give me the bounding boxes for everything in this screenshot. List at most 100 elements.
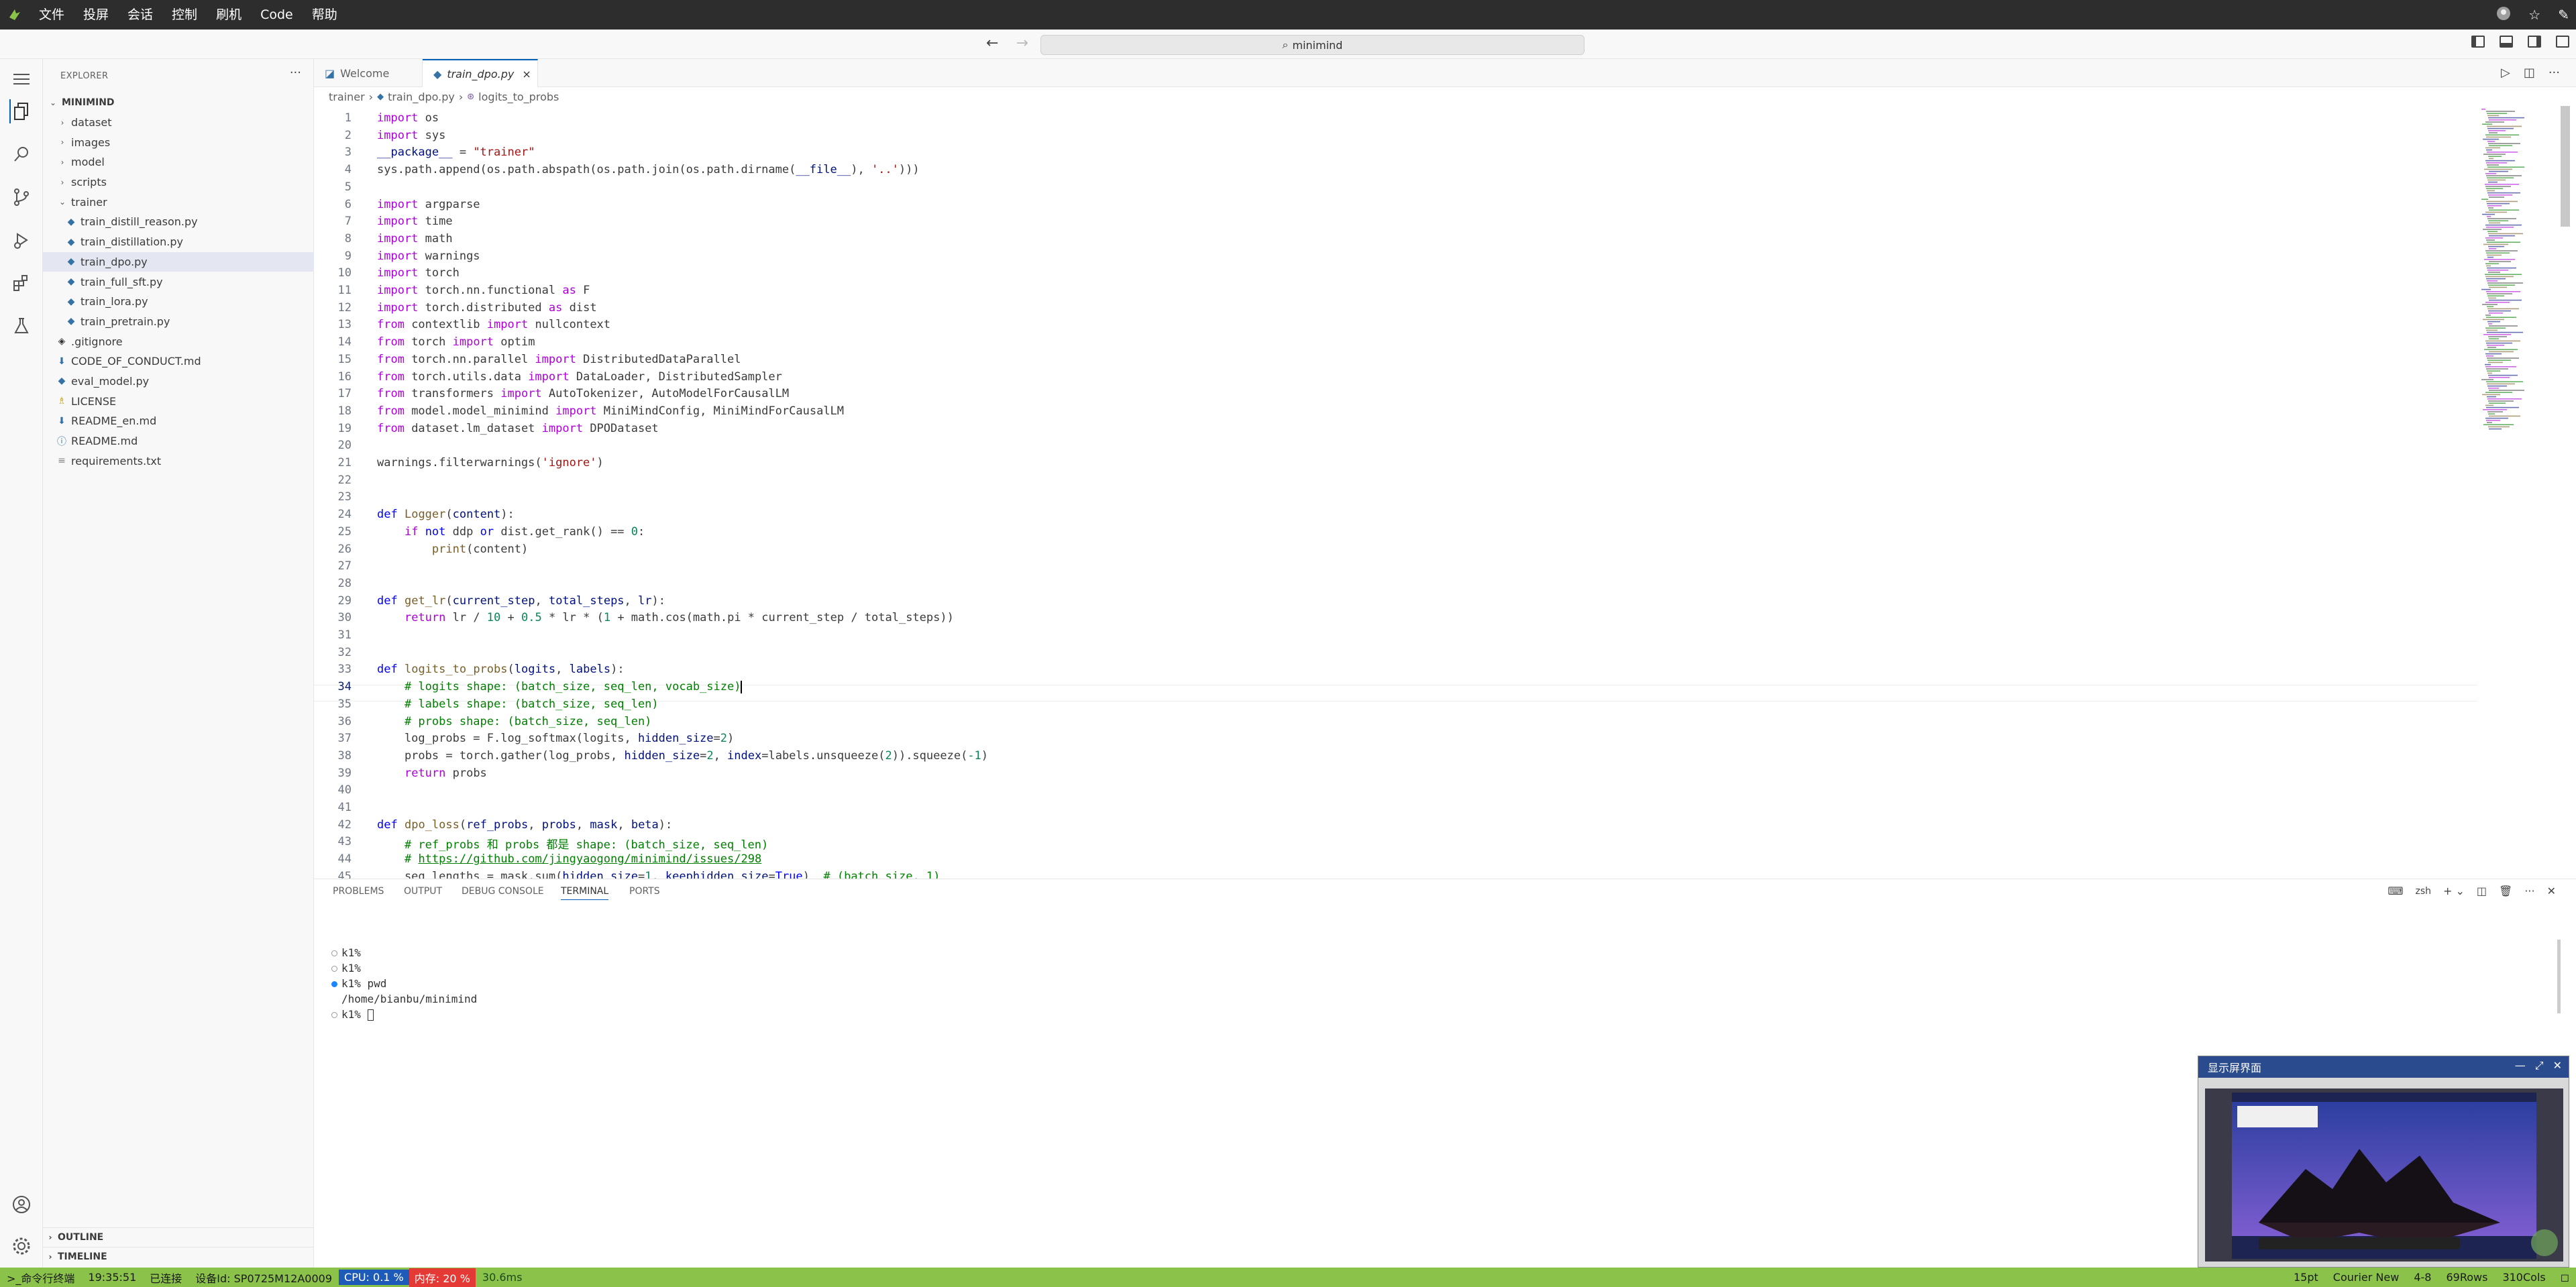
code-line[interactable]: print(content) — [377, 543, 528, 556]
code-line[interactable]: import torch — [377, 266, 460, 280]
tree-file-selected[interactable]: ◆ train_dpo.py — [43, 251, 314, 272]
tree-folder-model[interactable]: › model — [43, 152, 314, 172]
code-line[interactable]: # probs shape: (batch_size, seq_len) — [377, 715, 651, 728]
tree-folder-trainer[interactable]: ⌄ trainer — [43, 192, 314, 212]
popup-titlebar[interactable]: 显示屏界面 — ⤢ ✕ — [2198, 1056, 2569, 1078]
code-line[interactable]: from transformers import AutoTokenizer, … — [377, 387, 789, 400]
code-line[interactable]: seq_lengths = mask.sum(hidden_size=1, ke… — [377, 870, 940, 879]
shell-name[interactable]: zsh — [2415, 886, 2431, 897]
menu-icon[interactable] — [9, 67, 34, 91]
code-line[interactable]: from torch.utils.data import DataLoader,… — [377, 370, 782, 384]
menu-help[interactable]: 帮助 — [303, 0, 347, 30]
account-icon[interactable] — [9, 1192, 34, 1217]
code-line[interactable]: def logits_to_probs(logits, labels): — [377, 663, 625, 676]
tree-file[interactable]: ◆ train_distill_reason.py — [43, 212, 314, 232]
code-editor[interactable]: 1 import os 2 import sys 3 __package__ = "tra… — [314, 106, 2474, 879]
code-line[interactable]: import os — [377, 111, 439, 125]
command-center-search[interactable]: ⌕ minimind — [1040, 35, 1585, 55]
code-line[interactable]: def Logger(content): — [377, 508, 515, 521]
code-line[interactable]: from model.model_minimind import MiniMin… — [377, 404, 844, 418]
code-line[interactable]: # ref_probs 和 probs 都是 shape: (batch_siz… — [377, 835, 768, 852]
toggle-panel-icon[interactable] — [2500, 36, 2513, 48]
menu-file[interactable]: 文件 — [30, 0, 74, 30]
tree-folder-scripts[interactable]: › scripts — [43, 172, 314, 192]
code-line[interactable]: from dataset.lm_dataset import DPODatase… — [377, 422, 659, 435]
tree-file[interactable]: ◆ train_full_sft.py — [43, 272, 314, 292]
tree-file[interactable]: ◆ train_pretrain.py — [43, 312, 314, 332]
extensions-icon[interactable] — [9, 271, 34, 295]
status-terminal[interactable]: >_命令行终端 — [0, 1270, 81, 1286]
panel-tab-output[interactable]: OUTPUT — [404, 886, 442, 897]
panel-tab-debug-console[interactable]: DEBUG CONSOLE — [462, 886, 544, 897]
code-line[interactable]: import torch.distributed as dist — [377, 301, 597, 315]
command-decoration-icon[interactable] — [331, 966, 337, 972]
command-decoration-icon[interactable] — [331, 981, 337, 987]
device-screen-preview[interactable] — [2205, 1088, 2563, 1262]
close-icon[interactable]: ✕ — [2553, 1059, 2562, 1072]
source-control-icon[interactable] — [9, 185, 34, 209]
command-decoration-icon[interactable] — [331, 1012, 337, 1018]
tree-root[interactable]: ⌄ MINIMIND — [43, 93, 314, 113]
status-font-size[interactable]: 15pt — [2294, 1271, 2318, 1284]
tab-train-dpo[interactable]: ◆ train_dpo.py × — [423, 59, 538, 87]
menu-code[interactable]: Code — [251, 0, 303, 30]
breadcrumb-symbol[interactable]: logits_to_probs — [478, 91, 559, 103]
code-line[interactable]: log_probs = F.log_softmax(logits, hidden… — [377, 732, 734, 745]
terminal-scrollbar[interactable] — [2557, 940, 2561, 1013]
run-debug-icon[interactable] — [9, 228, 34, 252]
toggle-secondary-sidebar-icon[interactable] — [2528, 36, 2541, 48]
close-tab-icon[interactable]: × — [522, 68, 531, 80]
menu-session[interactable]: 会话 — [118, 0, 162, 30]
notification-icon[interactable]: ◻ — [2561, 1271, 2569, 1284]
menu-cast[interactable]: 投屏 — [74, 0, 118, 30]
split-editor-icon[interactable]: ◫ — [2524, 66, 2535, 80]
code-line[interactable]: # labels shape: (batch_size, seq_len) — [377, 697, 659, 711]
more-actions-icon[interactable]: ··· — [2548, 66, 2560, 80]
tree-file[interactable]: ◆ train_distillation.py — [43, 232, 314, 252]
display-screen-window[interactable]: 显示屏界面 — ⤢ ✕ — [2198, 1056, 2569, 1268]
breadcrumb-file[interactable]: train_dpo.py — [388, 91, 455, 103]
back-arrow-icon[interactable]: ← — [986, 35, 998, 52]
code-line[interactable]: # https://github.com/jingyaogong/minimin… — [377, 852, 761, 866]
more-actions-icon[interactable]: ··· — [290, 66, 301, 80]
star-icon[interactable]: ☆ — [2528, 7, 2540, 23]
menu-control[interactable]: 控制 — [162, 0, 207, 30]
kill-terminal-icon[interactable]: 🗑 — [2499, 885, 2512, 897]
explorer-icon[interactable] — [9, 99, 34, 123]
panel-tab-ports[interactable]: PORTS — [629, 886, 660, 897]
more-actions-icon[interactable]: ··· — [2524, 885, 2534, 897]
breadcrumb-folder[interactable]: trainer — [329, 91, 365, 103]
forward-arrow-icon[interactable]: → — [1016, 35, 1028, 52]
user-avatar-icon[interactable] — [2496, 6, 2511, 24]
code-line[interactable]: probs = torch.gather(log_probs, hidden_s… — [377, 749, 988, 763]
code-line[interactable]: return lr / 10 + 0.5 * lr * (1 + math.co… — [377, 611, 954, 624]
code-line[interactable]: import warnings — [377, 249, 480, 263]
code-line[interactable]: if not ddp or dist.get_rank() == 0: — [377, 525, 645, 539]
tree-file[interactable]: ◆ train_lora.py — [43, 292, 314, 312]
code-line[interactable]: from torch.nn.parallel import Distribute… — [377, 353, 741, 366]
code-line[interactable]: return probs — [377, 767, 487, 780]
run-file-icon[interactable]: ▷ — [2501, 66, 2510, 80]
new-terminal-icon[interactable]: + ⌄ — [2443, 885, 2465, 897]
tree-folder-dataset[interactable]: › dataset — [43, 113, 314, 133]
settings-gear-icon[interactable] — [9, 1234, 34, 1258]
tree-file[interactable]: ⬇ CODE_OF_CONDUCT.md — [43, 351, 314, 372]
code-line[interactable]: import argparse — [377, 198, 480, 211]
tab-welcome[interactable]: ◪ Welcome — [314, 59, 423, 87]
tree-file[interactable]: ◆ eval_model.py — [43, 372, 314, 392]
tree-file[interactable]: ♗ LICENSE — [43, 391, 314, 411]
tree-file[interactable]: ≡ requirements.txt — [43, 451, 314, 471]
testing-flask-icon[interactable] — [9, 314, 34, 338]
tree-file[interactable]: ⓘ README.md — [43, 431, 314, 451]
pin-icon[interactable]: ✎ — [2558, 7, 2569, 23]
timeline-section[interactable]: › TIMELINE — [43, 1247, 314, 1266]
menu-flash[interactable]: 刷机 — [207, 0, 251, 30]
search-icon[interactable] — [9, 142, 34, 166]
minimize-icon[interactable]: — — [2515, 1059, 2526, 1072]
close-panel-icon[interactable]: ✕ — [2547, 885, 2556, 897]
code-line[interactable]: import time — [377, 215, 453, 228]
toggle-sidebar-icon[interactable] — [2471, 36, 2485, 48]
code-line[interactable]: __package__ = "trainer" — [377, 146, 535, 159]
command-decoration-icon[interactable] — [331, 950, 337, 956]
panel-tab-terminal[interactable]: TERMINAL — [561, 886, 609, 900]
